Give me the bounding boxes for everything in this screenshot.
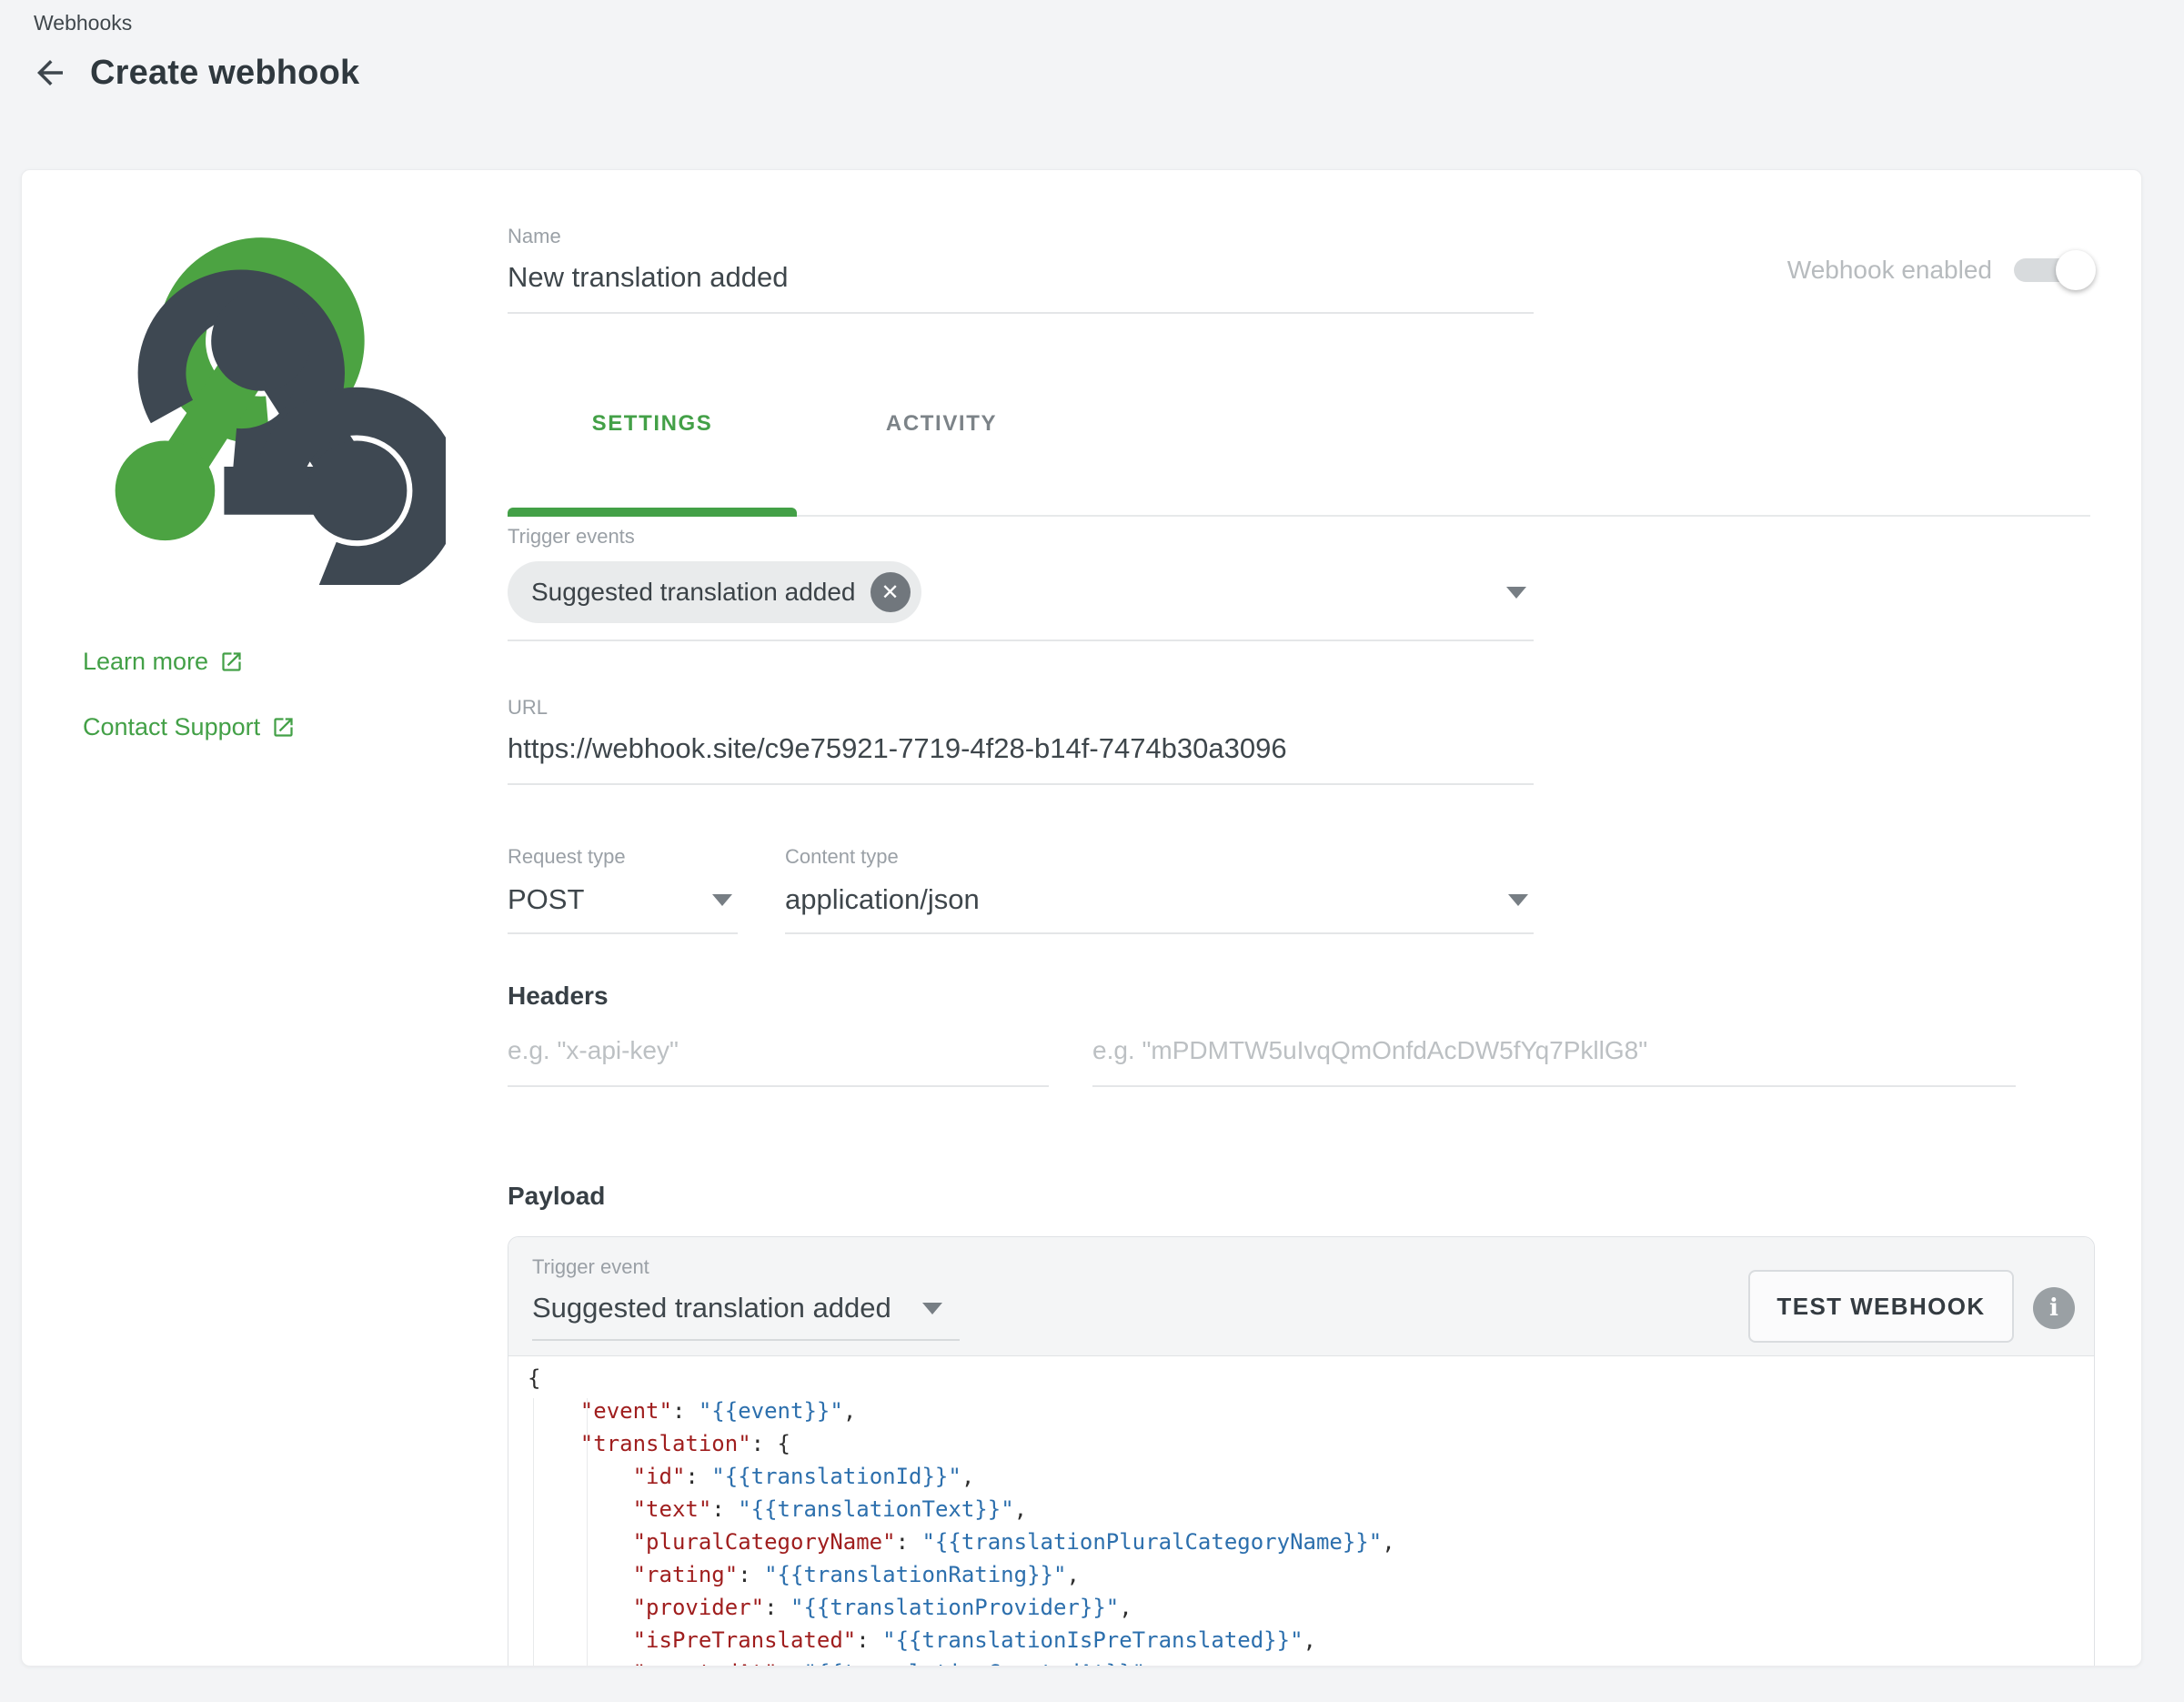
name-underline xyxy=(508,312,1534,314)
tab-settings[interactable]: SETTINGS xyxy=(508,402,797,437)
code-line: "text": "{{translationText}}", xyxy=(528,1493,2094,1526)
tabs: SETTINGS ACTIVITY xyxy=(508,402,2095,520)
url-input[interactable] xyxy=(508,732,1534,765)
toggle-knob xyxy=(2056,250,2096,290)
test-webhook-button[interactable]: TEST WEBHOOK xyxy=(1748,1270,2014,1343)
webhook-card: Learn more Contact Support Webhook enabl… xyxy=(21,169,2142,1667)
header-value-input[interactable] xyxy=(1092,1036,2016,1085)
chip-remove-icon[interactable]: ✕ xyxy=(871,572,911,612)
webhook-logo xyxy=(76,228,446,585)
back-button[interactable] xyxy=(30,53,70,93)
payload-trigger-underline xyxy=(532,1339,960,1341)
back-arrow-icon xyxy=(31,54,69,92)
trigger-event-chip: Suggested translation added ✕ xyxy=(508,561,921,623)
code-line: "id": "{{translationId}}", xyxy=(528,1460,2094,1493)
code-line: "event": "{{event}}", xyxy=(528,1395,2094,1427)
code-line: "rating": "{{translationRating}}", xyxy=(528,1558,2094,1591)
indent-guide xyxy=(587,1398,588,1667)
header-key-field xyxy=(508,1036,1049,1087)
code-line: { xyxy=(528,1362,2094,1395)
header-key-input[interactable] xyxy=(508,1036,1049,1085)
contact-support-link[interactable]: Contact Support xyxy=(83,713,296,741)
titlebar: Create webhook xyxy=(30,53,359,93)
name-input[interactable] xyxy=(508,261,1534,294)
content-type-label: Content type xyxy=(785,845,1534,869)
tab-activity[interactable]: ACTIVITY xyxy=(797,402,1086,437)
webhook-enabled-toggle[interactable]: Webhook enabled xyxy=(1787,250,2096,290)
learn-more-link[interactable]: Learn more xyxy=(83,648,244,676)
content-type-underline xyxy=(785,932,1534,934)
page-title: Create webhook xyxy=(90,54,359,93)
code-line: "pluralCategoryName": "{{translationPlur… xyxy=(528,1526,2094,1558)
trigger-event-chip-label: Suggested translation added xyxy=(531,578,856,607)
type-selects-row: Request type POST Content type applicati… xyxy=(508,845,1534,934)
external-link-icon xyxy=(219,650,244,674)
tab-active-indicator xyxy=(508,508,797,517)
name-label: Name xyxy=(508,225,1534,248)
url-field: URL xyxy=(508,696,1534,785)
url-underline xyxy=(508,783,1534,785)
code-line: "createdAt": "{{translationCreatedAt}}", xyxy=(528,1657,2094,1667)
payload-panel-header: Trigger event Suggested translation adde… xyxy=(508,1237,2094,1356)
trigger-events-field[interactable]: Trigger events Suggested translation add… xyxy=(508,525,1534,641)
payload-trigger-event-label: Trigger event xyxy=(532,1255,960,1279)
request-type-value: POST xyxy=(508,883,584,916)
contact-support-label: Contact Support xyxy=(83,713,260,741)
payload-trigger-event-value: Suggested translation added xyxy=(532,1292,891,1324)
header-value-underline xyxy=(1092,1085,2016,1087)
external-link-icon xyxy=(271,715,296,740)
toggle-switch[interactable] xyxy=(2014,250,2096,290)
header-value-field xyxy=(1092,1036,2016,1087)
trigger-events-underline xyxy=(508,640,1534,641)
content-type-value: application/json xyxy=(785,883,980,916)
payload-panel: Trigger event Suggested translation adde… xyxy=(508,1236,2095,1667)
code-line: "translation": { xyxy=(528,1427,2094,1460)
header-key-underline xyxy=(508,1085,1049,1087)
indent-guide xyxy=(533,1398,534,1667)
payload-code[interactable]: { "event": "{{event}}", "translation": {… xyxy=(508,1356,2094,1667)
content-type-select[interactable]: Content type application/json xyxy=(785,845,1534,934)
chevron-down-icon[interactable] xyxy=(712,894,732,906)
payload-title: Payload xyxy=(508,1182,605,1211)
webhook-enabled-label: Webhook enabled xyxy=(1787,256,1992,285)
request-type-label: Request type xyxy=(508,845,738,869)
name-field: Name xyxy=(508,225,1534,314)
code-line: "provider": "{{translationProvider}}", xyxy=(528,1591,2094,1624)
request-type-underline xyxy=(508,932,738,934)
info-icon[interactable]: i xyxy=(2033,1287,2075,1329)
chevron-down-icon[interactable] xyxy=(1506,587,1526,599)
chevron-down-icon[interactable] xyxy=(1508,894,1528,906)
headers-title: Headers xyxy=(508,982,609,1011)
url-label: URL xyxy=(508,696,1534,720)
learn-more-label: Learn more xyxy=(83,648,208,676)
code-line: "isPreTranslated": "{{translationIsPreTr… xyxy=(528,1624,2094,1657)
trigger-events-label: Trigger events xyxy=(508,525,1534,549)
request-type-select[interactable]: Request type POST xyxy=(508,845,738,934)
payload-trigger-event-select[interactable]: Trigger event Suggested translation adde… xyxy=(532,1255,960,1341)
breadcrumb[interactable]: Webhooks xyxy=(34,11,132,35)
chevron-down-icon[interactable] xyxy=(922,1303,942,1314)
